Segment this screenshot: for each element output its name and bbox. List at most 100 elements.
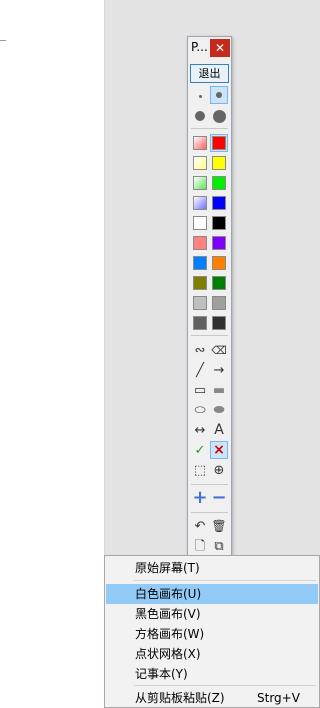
color-swatch-fill	[212, 256, 226, 270]
color-swatch-fill	[212, 196, 226, 210]
menu-item-white-canvas[interactable]: 白色画布(U)	[106, 584, 318, 604]
menu-item-paste-clipboard[interactable]: 从剪贴板粘贴(Z) Strg+V	[106, 688, 318, 708]
filled-rectangle-icon: ▬	[212, 382, 226, 398]
color-swatch[interactable]	[210, 294, 228, 312]
filled-ellipse-tool[interactable]: ⬬	[210, 401, 228, 419]
pen-palette-window: P... ✕ 退出 ∾ ⌫ ╱ → ▭ ▬ ⬭ ⬬ ↔ A ✓ × ⬚ ⊕ + …	[187, 36, 232, 561]
color-swatch[interactable]	[210, 134, 228, 152]
double-arrow-tool[interactable]: ↔	[191, 421, 209, 439]
color-swatch[interactable]	[191, 214, 209, 232]
minus-icon: −	[211, 487, 227, 508]
double-arrow-icon: ↔	[194, 422, 206, 438]
plus-icon: +	[192, 487, 208, 508]
menu-item-notepad[interactable]: 记事本(Y)	[106, 664, 318, 684]
freehand-tool[interactable]: ∾	[191, 341, 209, 359]
color-swatch[interactable]	[191, 274, 209, 292]
color-swatch-fill	[212, 296, 226, 310]
copy-icon: ⧉	[214, 538, 224, 554]
color-swatch[interactable]	[210, 254, 228, 272]
freehand-icon: ∾	[194, 342, 206, 358]
color-swatch-fill	[193, 136, 207, 150]
color-swatch-fill	[193, 196, 207, 210]
color-swatch[interactable]	[210, 174, 228, 192]
color-swatch-fill	[212, 276, 226, 290]
color-swatch[interactable]	[191, 314, 209, 332]
divider	[191, 335, 228, 336]
exit-button[interactable]: 退出	[190, 64, 229, 83]
new-page-button[interactable]: 🗋	[191, 537, 209, 555]
color-swatch[interactable]	[210, 194, 228, 212]
color-swatch[interactable]	[210, 234, 228, 252]
eraser-icon: ⌫	[211, 343, 227, 357]
background-document	[0, 0, 105, 708]
color-swatch[interactable]	[191, 174, 209, 192]
menu-item-dot-grid[interactable]: 点状网格(X)	[106, 644, 318, 664]
color-swatch[interactable]	[210, 214, 228, 232]
divider	[191, 484, 228, 485]
line-tool[interactable]: ╱	[191, 361, 209, 379]
selection-icon: ⬚	[193, 462, 207, 478]
menu-divider	[134, 580, 316, 581]
palette-titlebar[interactable]: P... ✕	[188, 37, 231, 59]
color-swatch[interactable]	[191, 194, 209, 212]
color-swatch[interactable]	[191, 254, 209, 272]
menu-item-original-screen[interactable]: 原始屏幕(T)	[106, 558, 318, 578]
ellipse-tool[interactable]: ⬭	[191, 401, 209, 419]
undo-button[interactable]: ↶	[191, 517, 209, 535]
select-tool[interactable]: ⬚	[191, 461, 209, 479]
color-swatch-fill	[193, 276, 207, 290]
line-icon: ╱	[196, 362, 204, 378]
color-swatch-fill	[193, 296, 207, 310]
pen-size-small[interactable]	[210, 86, 228, 104]
pen-size-tiny[interactable]	[191, 87, 209, 105]
enlarge-button[interactable]: +	[191, 489, 209, 507]
color-swatch[interactable]	[210, 314, 228, 332]
confirm-button[interactable]: ✓	[191, 441, 209, 459]
color-swatch-fill	[193, 236, 207, 250]
color-swatch-fill	[212, 136, 226, 150]
filled-ellipse-icon: ⬬	[213, 402, 225, 418]
background-context-menu: 原始屏幕(T) 白色画布(U) 黑色画布(V) 方格画布(W) 点状网格(X) …	[104, 555, 320, 708]
color-swatch-fill	[193, 216, 207, 230]
color-swatch-fill	[212, 236, 226, 250]
color-swatch[interactable]	[191, 134, 209, 152]
document-mark	[0, 40, 6, 41]
color-swatch-fill	[212, 316, 226, 330]
divider	[191, 512, 228, 513]
color-swatch-fill	[193, 316, 207, 330]
cancel-button[interactable]: ×	[210, 441, 228, 459]
rectangle-icon: ▭	[193, 382, 207, 398]
color-swatch-fill	[212, 216, 226, 230]
pen-size-medium[interactable]	[191, 107, 209, 125]
menu-divider	[134, 685, 316, 686]
arrow-tool[interactable]: →	[210, 361, 228, 379]
pen-size-large[interactable]	[210, 107, 228, 125]
filled-rectangle-tool[interactable]: ▬	[210, 381, 228, 399]
ellipse-icon: ⬭	[194, 402, 206, 418]
color-swatch[interactable]	[191, 154, 209, 172]
text-tool[interactable]: A	[210, 421, 228, 439]
close-button[interactable]: ✕	[210, 39, 230, 57]
trash-icon: 🗑	[211, 519, 227, 533]
menu-item-grid-canvas[interactable]: 方格画布(W)	[106, 624, 318, 644]
red-x-icon: ×	[213, 442, 225, 458]
shrink-button[interactable]: −	[210, 489, 228, 507]
text-icon: A	[214, 422, 224, 438]
color-swatch[interactable]	[210, 274, 228, 292]
zoom-tool[interactable]: ⊕	[210, 461, 228, 479]
checkmark-icon: ✓	[194, 442, 206, 458]
undo-icon: ↶	[194, 518, 206, 534]
color-swatch-fill	[193, 156, 207, 170]
color-swatch[interactable]	[210, 154, 228, 172]
color-swatch[interactable]	[191, 234, 209, 252]
color-swatch-fill	[212, 156, 226, 170]
color-swatch-fill	[193, 176, 207, 190]
rectangle-tool[interactable]: ▭	[191, 381, 209, 399]
menu-item-black-canvas[interactable]: 黑色画布(V)	[106, 604, 318, 624]
clear-button[interactable]: 🗑	[210, 517, 228, 535]
arrow-icon: →	[213, 362, 225, 378]
eraser-tool[interactable]: ⌫	[210, 341, 228, 359]
copy-button[interactable]: ⧉	[210, 537, 228, 555]
color-swatch[interactable]	[191, 294, 209, 312]
palette-title: P...	[191, 40, 208, 54]
